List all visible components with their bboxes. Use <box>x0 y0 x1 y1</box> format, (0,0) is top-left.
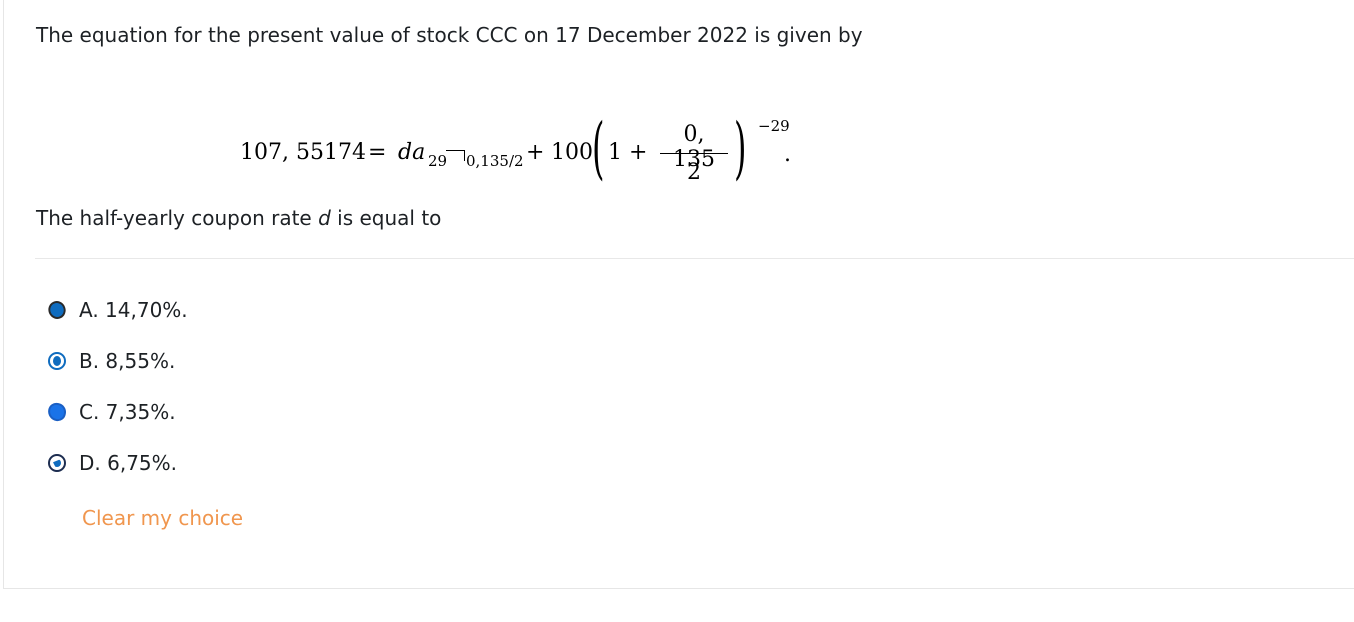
option-a[interactable]: A. 14,70%. <box>45 297 188 323</box>
question-intro-text: The equation for the present value of st… <box>36 23 863 47</box>
equation-lhs: 107, 55174 <box>240 140 366 165</box>
prompt-text-before: The half-yearly coupon rate <box>36 206 319 230</box>
equation-period: . <box>784 142 791 167</box>
option-d-label[interactable]: D. 6,75%. <box>79 450 177 476</box>
option-d[interactable]: D. 6,75%. <box>48 450 177 476</box>
equation-da: da <box>398 140 426 165</box>
question-card: The equation for the present value of st… <box>3 0 1354 589</box>
annuity-term-subscript: 29 <box>428 152 448 170</box>
clear-my-choice-link[interactable]: Clear my choice <box>82 505 243 531</box>
prompt-variable: d <box>318 206 331 230</box>
equation-plus-inner: + <box>629 140 648 165</box>
right-parenthesis: ) <box>734 108 747 188</box>
option-d-radio-icon[interactable] <box>48 454 66 472</box>
option-a-label[interactable]: A. 14,70%. <box>79 297 188 323</box>
equation-one: 1 <box>608 140 622 165</box>
question-prompt: The half-yearly coupon rate d is equal t… <box>36 205 441 231</box>
option-c-label[interactable]: C. 7,35%. <box>79 399 176 425</box>
option-a-radio-icon[interactable] <box>45 298 69 322</box>
option-c-radio-icon[interactable] <box>46 401 68 423</box>
annuity-angle-mark <box>446 150 465 161</box>
option-c[interactable]: C. 7,35%. <box>46 399 176 425</box>
fraction-bar <box>660 153 728 154</box>
equation-hundred: 100 <box>551 140 593 165</box>
equation-plus: + <box>526 140 545 165</box>
prompt-text-after: is equal to <box>330 206 442 230</box>
equation-equals: = <box>368 140 387 165</box>
fraction-denominator: 2 <box>687 160 701 185</box>
option-b-radio-icon[interactable] <box>48 352 66 370</box>
left-parenthesis: ( <box>592 108 605 188</box>
option-b-label[interactable]: B. 8,55%. <box>79 348 175 374</box>
annuity-rate-subscript: 0,135/2 <box>466 152 524 170</box>
answer-divider <box>35 258 1354 259</box>
equation-exponent: −29 <box>758 117 790 135</box>
option-b[interactable]: B. 8,55%. <box>48 348 175 374</box>
